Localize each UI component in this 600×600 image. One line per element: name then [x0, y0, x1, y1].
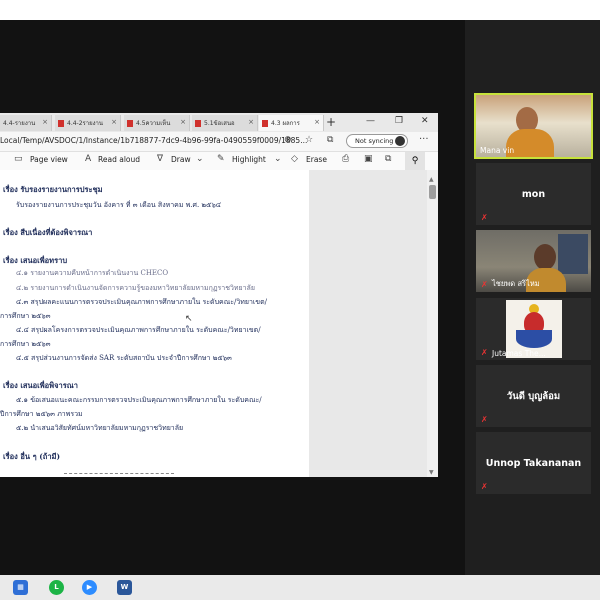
read-aloud-icon: A	[85, 154, 92, 164]
sync-button[interactable]: Not syncing	[346, 134, 408, 148]
pdf-icon	[262, 119, 268, 127]
person-head	[534, 244, 556, 270]
mic-muted-icon: ✗	[481, 280, 488, 289]
print-icon[interactable]: ⎙	[342, 154, 349, 164]
page-view-icon: ▭	[14, 154, 23, 164]
agenda-item-cont: การศึกษา ๒๕๖๓	[0, 312, 51, 320]
erase-icon: ◇	[291, 154, 298, 164]
pin-toolbar-icon[interactable]: ⚲	[405, 152, 425, 170]
agenda-item: ๕.๑ ข้อเสนอแนะคณะกรรมการตรวจประเมินคุณภา…	[16, 396, 262, 404]
favorite-icon[interactable]: ☆	[305, 135, 313, 145]
participant-name: Jutamas The...	[492, 349, 546, 358]
participant-name: Mana vin	[480, 146, 515, 155]
tab-1[interactable]: 4.4-รายงาน ×	[0, 115, 52, 131]
pdf-icon	[195, 119, 201, 127]
scrollbar[interactable]	[427, 170, 438, 477]
close-icon[interactable]: ×	[314, 118, 320, 126]
taskbar: ▦ L ▶ W	[0, 575, 600, 600]
highlight-button[interactable]: Highlight	[232, 155, 266, 164]
more-menu-button[interactable]: ···	[419, 134, 429, 145]
chevron-down-icon[interactable]: ⌄	[274, 154, 282, 164]
participant-tile[interactable]: Mana vin	[474, 93, 593, 159]
url-field[interactable]: Local/Temp/AVSDOC/1/Instance/1b718877-7d…	[0, 136, 307, 145]
participant-tile[interactable]: ✗ Jutamas The...	[476, 298, 591, 360]
draw-icon: ∇	[157, 154, 164, 164]
zoom-icon[interactable]: ▶	[82, 580, 97, 595]
agenda-item: ๕.๒ นำเสนอวิสัยทัศน์มหาวิทยาลัยมหามกุฏรา…	[16, 424, 184, 432]
participant-tile[interactable]: วันดี บุญล้อม ✗	[476, 365, 591, 427]
mic-muted-icon: ✗	[481, 213, 488, 222]
tab-label: 5.1ข้อเสนอ	[204, 120, 235, 127]
agenda-heading-4: เรื่อง เสนอเพื่อทราบ	[3, 256, 68, 265]
pdf-viewer-background	[309, 170, 438, 477]
tab-3[interactable]: 4.5ความเห็น ×	[124, 115, 190, 131]
agenda-item-cont: ปีการศึกษา ๒๕๖๓ ภาพรวม	[0, 410, 83, 418]
pdf-icon	[58, 119, 64, 127]
emblem-ribbon	[516, 330, 552, 348]
tab-label: 4.3 ผลการ	[271, 120, 300, 127]
mic-muted-icon: ✗	[481, 415, 488, 424]
agenda-item: ๔.๔ สรุปผลโครงการตรวจประเมินคุณภาพการศึก…	[16, 326, 261, 334]
scrollbar-thumb[interactable]	[429, 185, 436, 199]
minimize-icon[interactable]: —	[366, 116, 375, 126]
scroll-up-arrow[interactable]: ▲	[429, 176, 434, 183]
close-icon[interactable]: ×	[42, 118, 48, 126]
participant-name: mon	[521, 188, 546, 200]
tab-5-active[interactable]: 4.3 ผลการ ×	[259, 115, 324, 131]
highlight-icon: ✎	[217, 154, 225, 164]
agenda-item-cont: การศึกษา ๒๕๖๓	[0, 340, 51, 348]
pdf-icon	[127, 119, 133, 127]
close-icon[interactable]: ×	[180, 118, 186, 126]
agenda-item: ๔.๓ สรุปผลคะแนนการตรวจประเมินคุณภาพการศึ…	[16, 298, 267, 306]
explorer-icon[interactable]: ▦	[13, 580, 28, 595]
scroll-down-arrow[interactable]: ▼	[429, 469, 434, 476]
save-as-icon[interactable]: ⧉	[385, 154, 391, 164]
sync-label: Not syncing	[355, 137, 394, 145]
tab-label: 4.4-2รายงาน	[67, 120, 104, 127]
maximize-icon[interactable]: ❐	[395, 116, 403, 126]
page-view-button[interactable]: Page view	[30, 155, 68, 164]
save-icon[interactable]: ▣	[364, 154, 373, 164]
mic-muted-icon: ✗	[481, 482, 488, 491]
read-aloud-button[interactable]: Read aloud	[98, 155, 140, 164]
avatar	[395, 136, 405, 146]
close-window-icon[interactable]: ✕	[421, 116, 429, 126]
agenda-item: ๔.๑ รายงานความคืบหน้าการดำเนินงาน CHECO	[16, 269, 169, 277]
shelf	[558, 234, 588, 274]
participant-tile[interactable]: ✗ ไชยพด สริไหม	[476, 230, 591, 292]
tab-4[interactable]: 5.1ข้อเสนอ ×	[192, 115, 258, 131]
participant-name: วันดี บุญล้อม	[506, 390, 561, 402]
agenda-item: ๔.๒ รายงานการดำเนินงานจัดการความรู้ของมห…	[16, 284, 255, 292]
pdf-toolbar: ▭ Page view A Read aloud ∇ Draw ⌄ ✎ High…	[0, 152, 438, 171]
draw-button[interactable]: Draw	[171, 155, 191, 164]
erase-button[interactable]: Erase	[306, 155, 327, 164]
close-icon[interactable]: ×	[248, 118, 254, 126]
divider	[64, 473, 174, 474]
participant-tile[interactable]: mon ✗	[476, 163, 591, 225]
close-icon[interactable]: ×	[111, 118, 117, 126]
agenda-item: ๔.๕ สรุปส่วนงานการจัดส่ง SAR ระดับสถาบัน…	[16, 354, 232, 362]
tab-2[interactable]: 4.4-2รายงาน ×	[55, 115, 121, 131]
tab-bar: 4.4-รายงาน × 4.4-2รายงาน × 4.5ความเห็น × 5.…	[0, 113, 438, 132]
agenda-heading-1: เรื่อง รับรองรายงานการประชุม	[3, 185, 103, 194]
agenda-heading-3: เรื่อง สืบเนื่องที่ต้องพิจารณา	[3, 228, 93, 237]
chevron-down-icon[interactable]: ⌄	[196, 154, 204, 164]
participant-name: ไชยพด สริไหม	[492, 279, 540, 288]
agenda-heading-5: เรื่อง เสนอเพื่อพิจารณา	[3, 381, 78, 390]
participant-name: Unnop Takananan	[485, 457, 582, 469]
address-bar: Local/Temp/AVSDOC/1/Instance/1b718877-7d…	[0, 132, 438, 152]
zoom-icon[interactable]: ⊕	[284, 135, 292, 145]
line-icon[interactable]: L	[49, 580, 64, 595]
collections-icon[interactable]: ⧉	[327, 135, 333, 145]
new-tab-button[interactable]: +	[326, 115, 336, 129]
mouse-cursor-icon: ↖	[185, 314, 193, 324]
agenda-item: รับรองรายงานการประชุมวัน อังคาร ที่ ๓ เด…	[16, 201, 222, 209]
mic-muted-icon: ✗	[481, 348, 488, 357]
participant-tile[interactable]: Unnop Takananan ✗	[476, 432, 591, 494]
agenda-heading-6: เรื่อง อื่น ๆ (ถ้ามี)	[3, 452, 61, 461]
tab-label: 4.4-รายงาน	[3, 120, 36, 127]
word-icon[interactable]: W	[117, 580, 132, 595]
tab-label: 4.5ความเห็น	[136, 120, 171, 127]
top-band	[0, 0, 600, 20]
